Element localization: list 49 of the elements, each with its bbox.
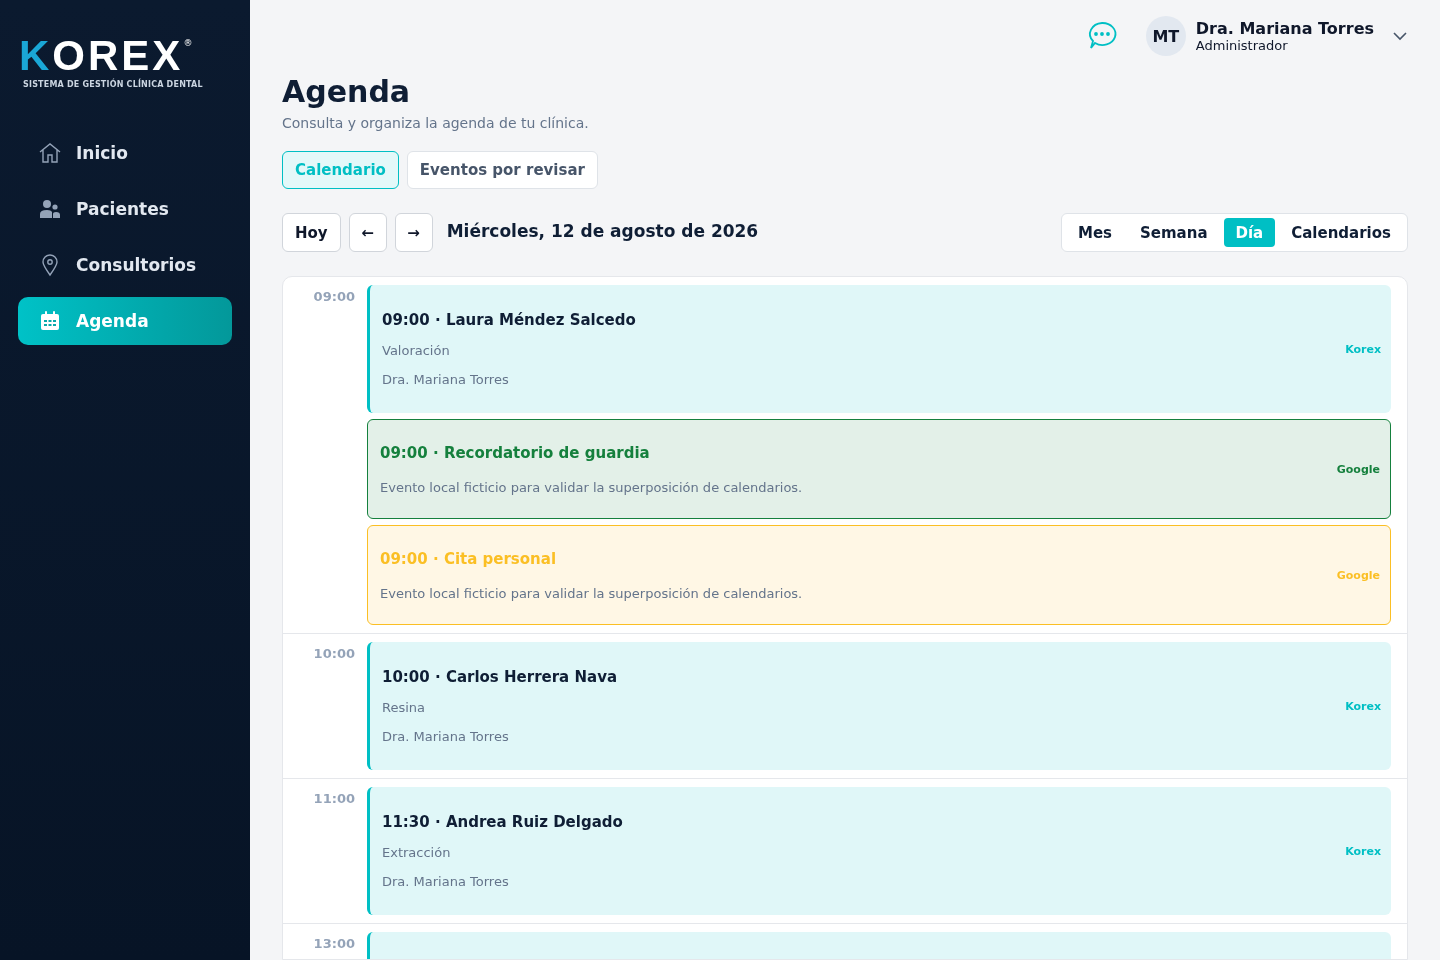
event-source: Korex bbox=[1345, 844, 1381, 858]
event-title: 09:00 · Laura Méndez Salcedo bbox=[382, 311, 637, 329]
event-source: Korex bbox=[1345, 342, 1381, 356]
event-card[interactable]: 10:00 · Carlos Herrera Nava Resina Dra. Mariana Torres Korex bbox=[367, 642, 1391, 770]
view-tab[interactable]: Calendarios bbox=[1279, 218, 1403, 247]
hour-label: 13:00 bbox=[312, 935, 355, 953]
calendar-icon bbox=[38, 309, 62, 333]
hour-label: 11:00 bbox=[312, 790, 355, 808]
hour-label: 10:00 bbox=[312, 645, 355, 663]
event-source: Google bbox=[1336, 462, 1380, 476]
user-role: Administrador bbox=[1195, 38, 1289, 53]
event-doctor: Dra. Mariana Torres bbox=[382, 729, 510, 744]
sidebar-item[interactable]: Pacientes bbox=[18, 185, 232, 233]
home-icon bbox=[38, 141, 62, 165]
view-tab[interactable]: Semana bbox=[1128, 218, 1220, 247]
today-button[interactable]: Hoy bbox=[282, 213, 341, 252]
current-date: Miércoles, 12 de agosto de 2026 bbox=[446, 220, 759, 241]
event-source: Korex bbox=[1345, 699, 1381, 713]
sidebar-item[interactable]: Consultorios bbox=[18, 241, 232, 289]
event-treatment: Valoración bbox=[382, 343, 451, 358]
event-title: 11:30 · Andrea Ruiz Delgado bbox=[382, 813, 624, 831]
event-title: 10:00 · Carlos Herrera Nava bbox=[382, 668, 619, 686]
event-treatment: Resina bbox=[382, 700, 427, 715]
event-source: Google bbox=[1336, 568, 1380, 582]
event-title: 09:00 · Cita personal bbox=[380, 549, 558, 568]
next-button[interactable]: → bbox=[394, 213, 433, 252]
previous-button[interactable]: ← bbox=[348, 213, 387, 252]
user-avatar[interactable]: MT bbox=[1145, 16, 1186, 56]
registered-mark: ® bbox=[183, 38, 193, 48]
logo-wordmark: KOREX bbox=[19, 34, 184, 78]
event-description: Evento local ficticio para validar la superposición de calendarios. bbox=[380, 585, 804, 601]
sidebar-item[interactable]: Inicio bbox=[18, 129, 232, 177]
users-icon bbox=[38, 197, 62, 221]
event-description: Evento local ficticio para validar la superposición de calendarios. bbox=[380, 479, 804, 495]
event-card[interactable]: 11:30 · Andrea Ruiz Delgado Extracción Dra. Mariana Torres Korex bbox=[367, 787, 1391, 915]
page-title: Agenda bbox=[282, 74, 412, 109]
event-treatment: Extracción bbox=[382, 845, 452, 860]
event-card[interactable]: 09:00 · Cita personal Evento local ficticio para validar la superposición de calendarios. Google bbox=[367, 525, 1391, 625]
event-card[interactable]: 09:00 · Recordatorio de guardia Evento local ficticio para validar la superposición de calendarios. Google bbox=[367, 419, 1391, 519]
view-tab[interactable]: Mes bbox=[1065, 218, 1124, 247]
event-card[interactable]: 09:00 · Laura Méndez Salcedo Valoración Dra. Mariana Torres Korex bbox=[367, 285, 1391, 413]
hour-label: 09:00 bbox=[312, 288, 355, 306]
event-title: 09:00 · Recordatorio de guardia bbox=[380, 443, 651, 462]
event-doctor: Dra. Mariana Torres bbox=[382, 372, 510, 387]
tab[interactable]: Eventos por revisar bbox=[406, 151, 598, 189]
event-doctor: Dra. Mariana Torres bbox=[382, 874, 510, 889]
logo-tagline: SISTEMA DE GESTIÓN CLÍNICA DENTAL bbox=[23, 80, 204, 89]
page-subtitle: Consulta y organiza la agenda de tu clínica. bbox=[282, 115, 590, 131]
user-name: Dra. Mariana Torres bbox=[1195, 19, 1374, 38]
